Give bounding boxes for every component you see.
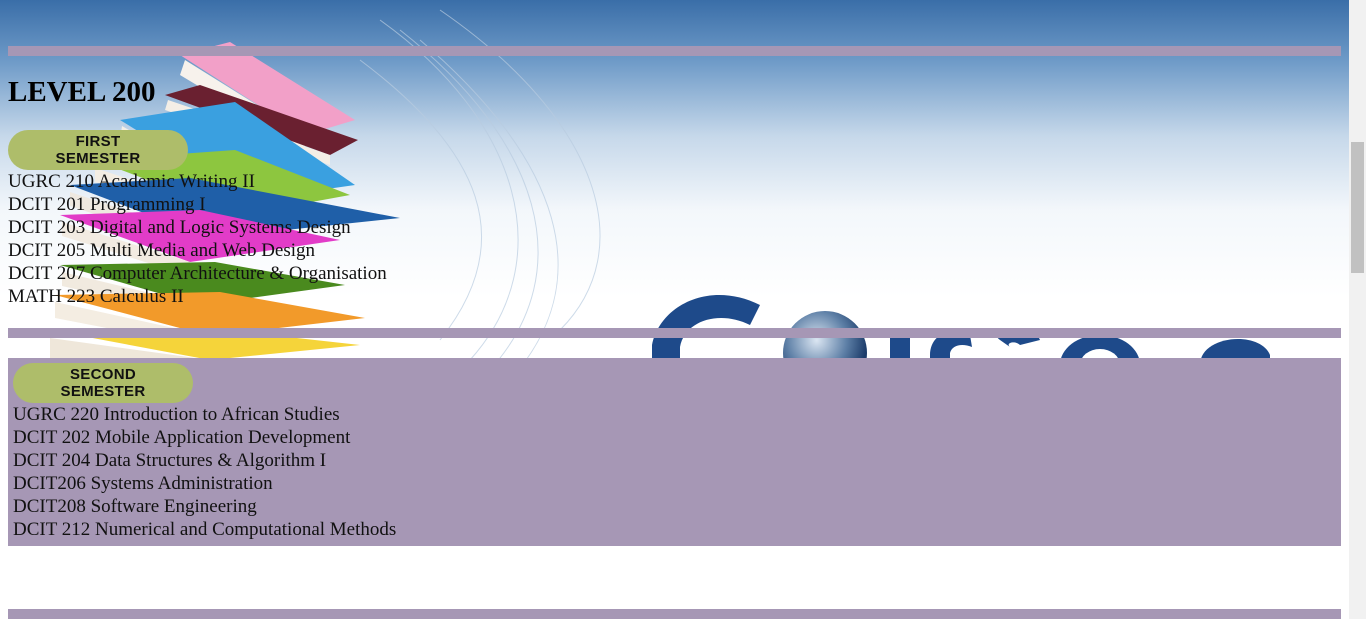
- second-semester-course-list: UGRC 220 Introduction to African Studies…: [13, 403, 396, 541]
- second-semester-button[interactable]: SECOND SEMESTER: [13, 363, 193, 403]
- page: LEVEL 200 FIRST SEMESTER UGRC 210 Academ…: [0, 0, 1349, 619]
- course-item: DCIT206 Systems Administration: [13, 473, 273, 494]
- course-item: DCIT 205 Multi Media and Web Design: [8, 240, 316, 261]
- divider-top: [8, 46, 1341, 56]
- course-item: DCIT 207 Computer Architecture & Organis…: [8, 263, 387, 284]
- course-item: DCIT 212 Numerical and Computational Met…: [13, 519, 397, 540]
- course-item: DCIT 203 Digital and Logic Systems Desig…: [8, 217, 351, 238]
- course-item: MATH 223 Calculus II: [8, 286, 184, 307]
- course-item: DCIT 202 Mobile Application Development: [13, 427, 351, 448]
- course-item: UGRC 210 Academic Writing II: [8, 171, 255, 192]
- first-semester-button[interactable]: FIRST SEMESTER: [8, 130, 188, 170]
- course-item: DCIT208 Software Engineering: [13, 496, 257, 517]
- divider-middle: [8, 328, 1341, 338]
- scrollbar-thumb[interactable]: [1351, 142, 1364, 273]
- level-title: LEVEL 200: [8, 76, 156, 108]
- vertical-scrollbar[interactable]: [1349, 0, 1366, 619]
- courses-logo: [652, 294, 1270, 365]
- course-item: DCIT 204 Data Structures & Algorithm I: [13, 450, 327, 471]
- course-item: DCIT 201 Programming I: [8, 194, 206, 215]
- divider-bottom: [8, 609, 1341, 619]
- first-semester-course-list: UGRC 210 Academic Writing II DCIT 201 Pr…: [8, 170, 387, 308]
- course-item: UGRC 220 Introduction to African Studies: [13, 404, 340, 425]
